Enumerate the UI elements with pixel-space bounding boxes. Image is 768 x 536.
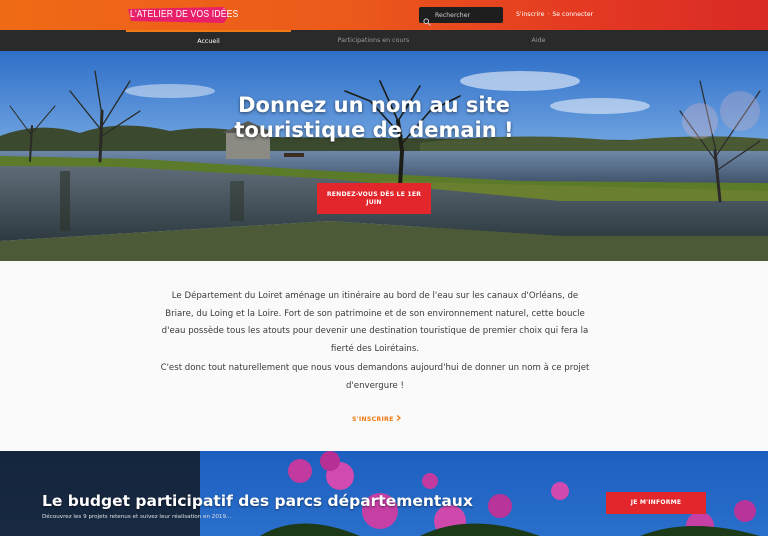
chevron-right-icon [396, 415, 401, 423]
search-input[interactable] [435, 11, 503, 19]
hero-banner: Donnez un nom au site touristique de dem… [0, 51, 768, 261]
signup-link[interactable]: S'inscrire [516, 11, 544, 18]
logo-text: L'Atelier de vos idées [130, 8, 239, 20]
auth-separator: · [547, 11, 550, 18]
hero-cta-line2: JUIN [366, 199, 382, 206]
intro-section: Le Département du Loiret aménage un itin… [0, 261, 768, 451]
hero-title: Donnez un nom au site touristique de dem… [0, 93, 748, 143]
intro-paragraph-1: Le Département du Loiret aménage un itin… [161, 291, 589, 354]
search-box[interactable] [419, 7, 503, 26]
site-logo[interactable]: L'Atelier de vos idées [128, 7, 238, 23]
login-link[interactable]: Se connecter [552, 11, 593, 18]
hero-title-line1: Donnez un nom au site [238, 93, 510, 117]
intro-paragraph-2: C'est donc tout naturellement que nous v… [160, 363, 590, 391]
hero-cta-line1: RENDEZ-VOUS DÈS LE 1ER [326, 191, 422, 198]
signup-cta-label: S'INSCRIRE [352, 416, 394, 423]
top-header: L'Atelier de vos idées S'inscrire·Se con… [0, 0, 768, 30]
budget-banner: Le budget participatif des parcs départe… [0, 451, 768, 536]
budget-cta-button[interactable]: JE M'INFORME [606, 492, 706, 514]
hero-lake-image [0, 51, 768, 261]
nav-item-aide[interactable]: Aide [456, 30, 621, 51]
main-nav: Accueil Participations en cours Aide [0, 30, 768, 51]
search-icon [423, 11, 431, 26]
auth-links: S'inscrire · Se connecter [516, 11, 593, 18]
budget-subtitle: Découvrez les 9 projets retenus et suive… [42, 514, 232, 520]
nav-item-participations[interactable]: Participations en cours [291, 30, 456, 51]
hero-cta-button[interactable]: RENDEZ-VOUS DÈS LE 1ER JUIN [317, 183, 431, 214]
budget-title: Le budget participatif des parcs départe… [42, 492, 473, 510]
nav-item-accueil[interactable]: Accueil [126, 30, 291, 51]
signup-cta-link[interactable]: S'INSCRIRE [352, 415, 401, 423]
hero-title-line2: touristique de demain ! [234, 118, 514, 142]
